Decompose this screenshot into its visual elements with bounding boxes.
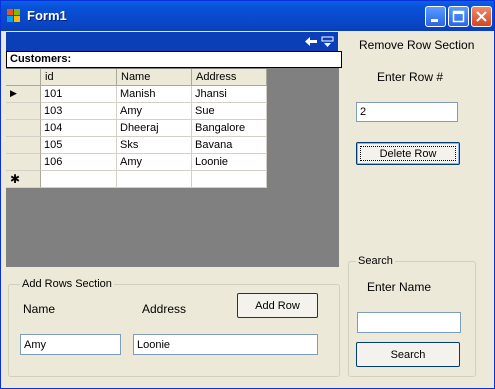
minimize-icon: [431, 19, 438, 22]
table-cell[interactable]: 103: [41, 103, 117, 120]
table-cell[interactable]: Bangalore: [192, 120, 267, 137]
enter-row-label: Enter Row #: [377, 70, 444, 84]
grid-caption: Customers:: [6, 51, 342, 68]
table-cell[interactable]: 106: [41, 154, 117, 171]
name-input[interactable]: [20, 334, 121, 355]
close-button[interactable]: [471, 6, 492, 27]
row-header[interactable]: ▶: [6, 86, 41, 103]
collapse-icon[interactable]: [321, 35, 335, 48]
row-header[interactable]: [6, 137, 41, 154]
table-cell[interactable]: 104: [41, 120, 117, 137]
column-header-name[interactable]: Name: [117, 69, 192, 86]
row-header[interactable]: [6, 120, 41, 137]
remove-section-title: Remove Row Section: [359, 38, 475, 52]
column-header-id[interactable]: id: [41, 69, 117, 86]
table-cell[interactable]: Dheeraj: [117, 120, 192, 137]
table-cell[interactable]: Manish: [117, 86, 192, 103]
new-row-cell[interactable]: [117, 171, 192, 188]
new-row-cell[interactable]: [192, 171, 267, 188]
search-name-input[interactable]: [357, 312, 461, 333]
new-row-icon: ✱: [10, 172, 21, 186]
address-input[interactable]: [133, 334, 318, 355]
maximize-icon: [452, 10, 465, 23]
current-row-icon: ▶: [10, 88, 17, 98]
close-icon: [476, 11, 487, 22]
column-header-address[interactable]: Address: [192, 69, 267, 86]
main-window: Form1 Customers: id Name Address ▶ 101 Man…: [0, 0, 495, 389]
search-legend: Search: [356, 255, 395, 267]
table-cell[interactable]: Sks: [117, 137, 192, 154]
table-cell[interactable]: Jhansi: [192, 86, 267, 103]
table-cell[interactable]: Bavana: [192, 137, 267, 154]
title-bar[interactable]: Form1: [1, 1, 494, 31]
search-button[interactable]: Search: [356, 342, 460, 367]
table-cell[interactable]: Amy: [117, 154, 192, 171]
back-arrow-icon[interactable]: [304, 35, 318, 48]
address-label: Address: [142, 302, 187, 316]
new-row-cell[interactable]: [41, 171, 117, 188]
maximize-button[interactable]: [448, 6, 469, 27]
windows-app-icon[interactable]: [7, 9, 21, 23]
grid-corner-header[interactable]: [6, 69, 41, 86]
row-header[interactable]: [6, 103, 41, 120]
customers-datagrid[interactable]: Customers: id Name Address ▶ 101 Manish Jha…: [6, 51, 342, 267]
table-cell[interactable]: Loonie: [192, 154, 267, 171]
table-cell[interactable]: Amy: [117, 103, 192, 120]
row-number-input[interactable]: [356, 102, 458, 122]
table-cell[interactable]: 105: [41, 137, 117, 154]
table-cell[interactable]: 101: [41, 86, 117, 103]
table-cell[interactable]: Sue: [192, 103, 267, 120]
add-rows-legend: Add Rows Section: [20, 278, 114, 290]
enter-name-label: Enter Name: [367, 280, 432, 294]
name-label: Name: [23, 302, 56, 316]
minimize-button[interactable]: [425, 6, 446, 27]
binding-navigator: [6, 32, 338, 51]
row-header[interactable]: [6, 154, 41, 171]
add-row-button[interactable]: Add Row: [237, 293, 318, 318]
window-title: Form1: [27, 8, 67, 23]
new-row-header[interactable]: ✱: [6, 171, 41, 188]
delete-row-button[interactable]: Delete Row: [356, 142, 460, 165]
